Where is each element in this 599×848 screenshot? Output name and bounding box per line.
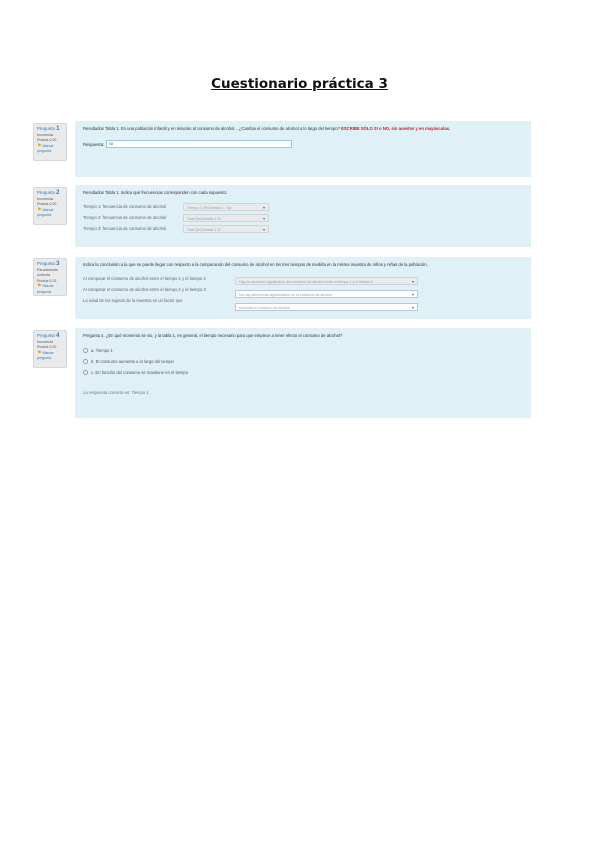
question-info-2: Pregunta 2 Incorrecta Puntúa 0,00 ⚑Marca… xyxy=(33,187,67,225)
match-select[interactable]: Total (%) Bebida 1 Si ▾ xyxy=(183,214,269,222)
match-select[interactable]: Tiempo 1 (%) Bebida 1 - No ▾ xyxy=(183,203,269,211)
question-emphasis: ESCRIBE SÓLO SI o NO, sin acentos y en m… xyxy=(341,126,451,131)
question-content-1: Resultados Tabla 1. En una población inf… xyxy=(75,121,531,177)
radio-button[interactable] xyxy=(83,348,88,353)
question-status: Parcialmente correcta xyxy=(37,267,58,278)
option-label: b. El consumo aumenta a lo largo del tie… xyxy=(91,359,174,364)
match-label: Tiempo 1: frecuencia de consumo de alcoh… xyxy=(83,204,167,209)
question-number: Pregunta 4 xyxy=(37,333,60,339)
question-number: Pregunta 1 xyxy=(37,126,60,132)
match-label: Al comparar el consumo de alcohol entre … xyxy=(83,276,206,281)
question-number: Pregunta 3 xyxy=(37,261,60,267)
flag-question-link[interactable]: ⚑Marcar pregunta xyxy=(37,142,63,155)
flag-question-link[interactable]: ⚑Marcar pregunta xyxy=(37,349,63,362)
match-label: La edad de los sujetos de la muestra es … xyxy=(83,298,183,303)
question-info-1: Pregunta 1 Incorrecta Puntúa 0,00 ⚑Marca… xyxy=(33,123,67,161)
flag-question-link[interactable]: ⚑Marcar pregunta xyxy=(37,284,63,295)
flag-icon: ⚑ xyxy=(37,349,42,356)
dropdown-arrow-icon: ▾ xyxy=(262,205,265,210)
question-info-4: Pregunta 4 Incorrecta Puntúa 0,00 ⚑Marca… xyxy=(33,330,67,368)
question-text: Resultados Tabla 1. En una población inf… xyxy=(83,126,451,131)
question-text: Pregunta 4. ¿En qué momento se vio, y la… xyxy=(83,333,343,338)
question-text: Indica la conclusión a la que se puede l… xyxy=(83,262,428,267)
question-text: Resultados Tabla 1. Indica qué frecuenci… xyxy=(83,190,228,195)
question-content-3: Indica la conclusión a la que se puede l… xyxy=(75,257,531,319)
match-row: Tiempo 2: frecuencia de consumo de alcoh… xyxy=(83,212,523,223)
flag-icon: ⚑ xyxy=(37,283,42,290)
match-select[interactable]: Total (%) Bebida 1 Si ▾ xyxy=(183,225,269,233)
question-number: Pregunta 2 xyxy=(37,190,60,196)
match-label: Al comparar el consumo de alcohol entre … xyxy=(83,287,206,292)
answer-row: Respuesta: Si xyxy=(83,140,523,148)
answer-label: Respuesta: xyxy=(83,141,105,147)
dropdown-arrow-icon: ▾ xyxy=(411,292,414,297)
match-select[interactable]: Hay un aumento significativo del consumo… xyxy=(235,277,418,285)
radio-button[interactable] xyxy=(83,370,88,375)
answer-option[interactable]: c. En función del consumo se mantiene en… xyxy=(83,367,523,378)
flag-question-link[interactable]: ⚑Marcar pregunta xyxy=(37,206,63,219)
dropdown-arrow-icon: ▾ xyxy=(262,216,265,221)
answer-option[interactable]: b. El consumo aumenta a lo largo del tie… xyxy=(83,356,523,367)
dropdown-arrow-icon: ▾ xyxy=(411,305,414,310)
question-info-3: Pregunta 3 Parcialmente correcta Puntúa … xyxy=(33,258,67,296)
option-label: c. En función del consumo se mantiene en… xyxy=(91,370,189,375)
answer-option[interactable]: a. Tiempo 1 xyxy=(83,345,523,356)
radio-button[interactable] xyxy=(83,359,88,364)
dropdown-arrow-icon: ▾ xyxy=(262,227,265,232)
question-content-4: Pregunta 4. ¿En qué momento se vio, y la… xyxy=(75,328,531,418)
question-content-2: Resultados Tabla 1. Indica qué frecuenci… xyxy=(75,185,531,247)
page-title: Cuestionario práctica 3 xyxy=(211,76,388,92)
dropdown-arrow-icon: ▾ xyxy=(411,279,414,284)
answer-input[interactable]: Si xyxy=(106,140,293,148)
correct-answer-feedback: La respuesta correcta es: Tiempo 1 xyxy=(83,390,149,395)
match-select[interactable]: No hay diferencias significativas en el … xyxy=(235,290,418,298)
match-select[interactable]: aumenta el consumo de alcohol ▾ xyxy=(235,303,418,311)
flag-icon: ⚑ xyxy=(37,142,42,149)
flag-icon: ⚑ xyxy=(37,206,42,213)
option-label: a. Tiempo 1 xyxy=(91,348,113,353)
match-row: Tiempo 3: frecuencia de consumo de alcoh… xyxy=(83,223,523,234)
match-row: Tiempo 1: frecuencia de consumo de alcoh… xyxy=(83,201,523,212)
match-label: Tiempo 2: frecuencia de consumo de alcoh… xyxy=(83,215,167,220)
match-label: Tiempo 3: frecuencia de consumo de alcoh… xyxy=(83,226,167,231)
